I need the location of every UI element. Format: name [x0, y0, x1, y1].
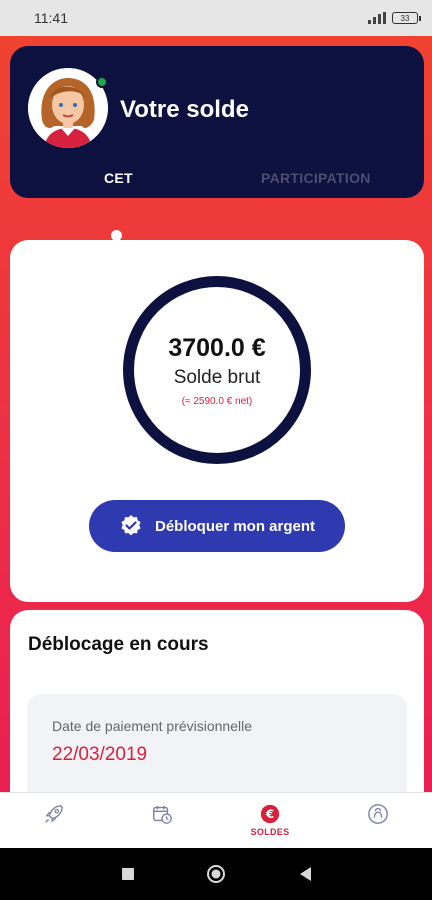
- battery-icon: 33: [392, 12, 421, 24]
- status-icons: 33: [368, 12, 421, 24]
- recents-icon[interactable]: [118, 864, 138, 884]
- status-time: 11:41: [34, 10, 68, 26]
- battery-level: 33: [400, 13, 410, 23]
- avatar-container[interactable]: [28, 68, 108, 148]
- tab-cet[interactable]: CET: [104, 170, 133, 186]
- payment-date-box: Date de paiement prévisionnelle 22/03/20…: [27, 694, 407, 792]
- verified-badge-icon: [121, 515, 141, 536]
- unlock-money-button[interactable]: Débloquer mon argent: [89, 500, 345, 552]
- tab-participation[interactable]: PARTICIPATION: [261, 170, 371, 186]
- signal-icon: [368, 12, 386, 24]
- balance-card: 3700.0 € Solde brut (≈ 2590.0 € net) Déb…: [10, 240, 424, 602]
- home-icon[interactable]: [206, 864, 226, 884]
- svg-text:€: €: [265, 807, 274, 821]
- balance-amount: 3700.0 €: [168, 333, 266, 362]
- calendar-clock-icon: [153, 805, 172, 824]
- page-title: Votre solde: [120, 96, 249, 123]
- nav-item-profile[interactable]: [324, 793, 432, 849]
- online-status-dot: [96, 76, 108, 88]
- balance-ring: 3700.0 € Solde brut (≈ 2590.0 € net): [123, 276, 311, 464]
- unlock-progress-card: Déblocage en cours Date de paiement prév…: [10, 610, 424, 792]
- balance-net: (≈ 2590.0 € net): [181, 395, 253, 407]
- unlock-progress-title: Déblocage en cours: [28, 634, 209, 655]
- nav-label-soldes: SOLDES: [250, 827, 290, 837]
- bottom-nav: € SOLDES: [0, 792, 432, 848]
- header-card: Votre solde CET PARTICIPATION: [10, 46, 424, 198]
- profile-icon: [368, 804, 388, 824]
- balance-label: Solde brut: [173, 366, 261, 388]
- nav-item-soldes[interactable]: € SOLDES: [216, 793, 324, 849]
- payment-date-value: 22/03/2019: [52, 744, 148, 765]
- euro-icon: €: [260, 804, 280, 824]
- rocket-icon: [45, 805, 63, 823]
- status-bar: 11:41 33: [0, 0, 432, 36]
- unlock-money-label: Débloquer mon argent: [154, 517, 315, 535]
- tab-bar: CET PARTICIPATION: [10, 162, 424, 198]
- app-background: Votre solde CET PARTICIPATION 3700.0 € S…: [0, 36, 432, 792]
- back-icon[interactable]: [296, 864, 316, 884]
- nav-item-rocket[interactable]: [0, 793, 108, 849]
- nav-item-calendar[interactable]: [108, 793, 216, 849]
- payment-date-label: Date de paiement prévisionnelle: [52, 718, 253, 734]
- system-nav-bar: [0, 848, 432, 900]
